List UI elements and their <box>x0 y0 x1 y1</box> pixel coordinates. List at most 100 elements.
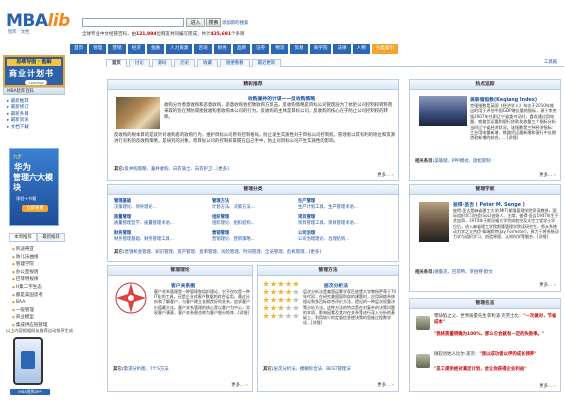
nav-item[interactable]: 法律 <box>333 44 351 54</box>
theory-tags-link[interactable]: 需求分析图、7个S方法 <box>124 367 169 372</box>
recommend-item[interactable]: 管理学院 <box>12 261 47 269</box>
scholar-name[interactable]: 彼得·圣吉 ( Peter M. Senge ) <box>453 201 525 208</box>
category-cell: 财务管理 财务管理基础、财务管理工具... <box>114 231 206 243</box>
recommend-item[interactable]: 都是美国思考 <box>12 292 47 300</box>
featured-headline[interactable]: 收购兼并的计谋——反收购策略 <box>248 95 315 102</box>
nav-item[interactable]: 营销 <box>108 44 126 54</box>
nav-item[interactable]: 物流 <box>271 44 289 54</box>
category-cell: 质量管理 质量管理哲学、质量管理术语... <box>114 215 206 227</box>
theory-item-title[interactable]: 客户关系图 <box>171 282 195 289</box>
category-subitems[interactable]: 计划方法、决策方法... <box>212 205 304 211</box>
star-icon <box>292 312 300 319</box>
star-rating-icon[interactable] <box>262 280 300 322</box>
featured-tags-link[interactable]: 反并购策略、兼并收购、白衣骑士、白衣护卫...[更多] <box>125 167 229 172</box>
quote-2: "我将质量明确为100%，那么它会就有一定的失败率。" <box>434 332 545 337</box>
tab-source[interactable]: 源码 <box>151 59 173 67</box>
book-ad-banner[interactable]: 思维导图 · 图解 商业计划书 Loading <box>3 55 65 87</box>
category-subitems[interactable]: 公司治理理论、治理结构... <box>298 237 390 243</box>
star-icon <box>277 280 285 287</box>
star-icon <box>277 288 285 295</box>
page-tabs: 首页 讨论 源码 历史 收藏 随便看看 最近更新 工具箱 <box>106 58 564 67</box>
category-subitems[interactable]: 项目管理工具、项目管理术语... <box>298 221 390 227</box>
nav-item[interactable]: 品牌 <box>232 44 251 54</box>
recommend-item[interactable]: 商业模型 <box>12 314 47 322</box>
hot-related: 相关条目:美联储、PPP模式、放松管制 <box>415 159 491 164</box>
category-subitems[interactable]: 财务管理基础、财务管理工具... <box>114 237 206 243</box>
tab-history[interactable]: 历史 <box>174 59 196 67</box>
quotes-more-link[interactable]: 更多... <box>539 383 556 389</box>
tab-random[interactable]: 随便看看 <box>219 59 250 67</box>
tab-favorite[interactable]: 收藏 <box>197 59 218 67</box>
nav-item[interactable]: 咨询 <box>194 44 212 54</box>
recommend-item[interactable]: BAA <box>12 299 47 307</box>
method-tags-link[interactable]: 层次分析法、模糊综合法、BEST管理法 <box>274 367 351 372</box>
recommend-item[interactable]: 阿迪蒂亚 <box>12 246 47 254</box>
category-tags: 其它:营销机会管理、知识管理、资产管理、变革管理、风险管理、时间管理、全员管理、… <box>114 250 321 255</box>
tab-home[interactable]: 首页 <box>106 59 127 67</box>
crosby-avatar[interactable] <box>416 316 430 330</box>
toolbox-link[interactable]: 工具箱 <box>539 59 562 66</box>
category-subitems[interactable]: 营销理论、营销策略... <box>212 237 304 243</box>
search-input[interactable] <box>82 18 184 27</box>
tab-latest[interactable]: 最新推荐 <box>37 233 65 242</box>
nav-item[interactable]: 分类索引 <box>371 44 399 54</box>
nav-item[interactable]: 管理 <box>89 44 107 54</box>
huawei-ad-banner[interactable]: 九步 华为 管理六大模块 课程+书籍 立即查看 <box>9 148 59 226</box>
hot-item-text: 克强指数是英国《经济学人》杂志于2010年推出的用于评估中国GDP增长量的指标，… <box>470 103 557 141</box>
tab-discuss[interactable]: 讨论 <box>128 59 150 67</box>
search-button[interactable]: 搜索 <box>206 18 221 27</box>
hot-item-title[interactable]: 美联储指数(Keqiang Index) <box>470 96 537 103</box>
theory-more-link[interactable]: 更多... <box>231 382 248 388</box>
hot-image[interactable] <box>419 96 467 126</box>
site-logo[interactable]: MBAlib <box>6 11 70 31</box>
book-ad-top: 思维导图 · 图解 <box>7 59 61 66</box>
method-item-title[interactable]: 层次分析法 <box>324 282 348 289</box>
nav-item[interactable]: 贸易 <box>290 44 308 54</box>
gates-avatar[interactable] <box>416 354 430 368</box>
category-cell: 组织管理 组织理论、组织结构... <box>212 215 304 227</box>
nav-item[interactable]: 人物 <box>352 44 370 54</box>
tab-weekly[interactable]: 本周推荐 <box>9 233 37 242</box>
star-icon <box>292 296 300 303</box>
enter-button[interactable]: 进入 <box>186 18 205 27</box>
nav-item[interactable]: 人力资源 <box>166 44 193 54</box>
nav-item[interactable]: 经济 <box>127 44 145 54</box>
category-subitems[interactable]: 决策理论、领导理论... <box>114 205 206 211</box>
category-tags-link[interactable]: 营销机会管理、知识管理、资产管理、变革管理、风险管理、时间管理、全员管理、危机管… <box>125 250 321 255</box>
hot-more-link[interactable]: 更多... <box>539 172 556 178</box>
recommend-item[interactable]: H集二字生态 <box>12 284 47 292</box>
nav-item[interactable]: 首页 <box>70 44 88 54</box>
featured-panel: 精彩推荐 收购兼并的计谋——反收购策略 收购分为善意收购和恶意收购，恶意收购会招… <box>107 79 399 181</box>
star-icon <box>270 280 277 287</box>
recommend-item[interactable]: 办公室规则 <box>12 269 47 277</box>
scholar-more-link[interactable]: 更多... <box>539 282 556 288</box>
star-icon <box>277 304 285 311</box>
add-search-link[interactable]: 添加新的搜索 <box>222 20 248 26</box>
nav-item[interactable]: 金融 <box>146 44 165 54</box>
ad-view-button[interactable]: 立即查看 <box>22 205 48 212</box>
featured-more-link[interactable]: 更多... <box>377 172 394 178</box>
ad-line2: 管理六大模块 <box>13 173 53 192</box>
method-more-link[interactable]: 更多... <box>377 382 394 388</box>
nav-item[interactable]: 财务 <box>213 44 231 54</box>
scholar-photo[interactable] <box>419 202 449 242</box>
theory-diagram-icon[interactable] <box>112 280 150 316</box>
app-download-link[interactable]: MBA智库APP <box>10 389 50 395</box>
category-subitems[interactable]: 质量管理哲学、质量管理术语... <box>114 221 206 227</box>
recommend-item[interactable]: 一般管理 <box>12 307 47 315</box>
nav-item[interactable]: 商学院 <box>309 44 332 54</box>
featured-image[interactable] <box>116 97 160 129</box>
panel-title: 管理分类 <box>108 185 398 195</box>
sidebar-item-docs[interactable]: 文档下载 <box>7 125 29 131</box>
recommend-item[interactable]: 巴菲特规律 <box>12 276 47 284</box>
tab-recent[interactable]: 最近更新 <box>251 59 282 67</box>
ad-top-text: 九步 <box>13 155 22 160</box>
star-icon <box>262 288 270 295</box>
category-subitems[interactable]: 组织理论、组织结构... <box>212 221 304 227</box>
category-subitems[interactable]: 生产计划工具、生产管理术语... <box>298 205 390 211</box>
recommend-item[interactable]: 防儿乐曲线 <box>12 254 47 262</box>
hot-related-link[interactable]: 美联储、PPP模式、放松管制 <box>434 159 490 164</box>
category-cell: 项目管理 项目管理工具、项目管理术语... <box>298 215 390 227</box>
scholar-related-link[interactable]: 德鲁克、巴菲特、罗伯特·欧文 <box>434 270 492 275</box>
nav-item[interactable]: 证券 <box>252 44 270 54</box>
